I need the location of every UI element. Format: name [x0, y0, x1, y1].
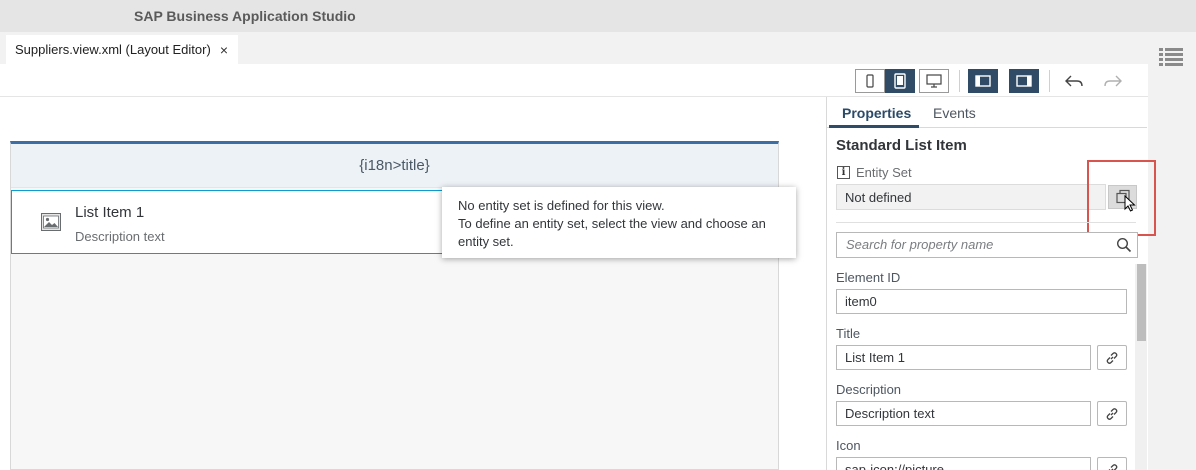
- description-label: Description: [836, 382, 902, 397]
- close-icon[interactable]: ×: [220, 43, 228, 57]
- entity-set-tooltip: No entity set is defined for this view. …: [442, 187, 796, 258]
- right-activity-strip: [1148, 32, 1196, 470]
- tablet-icon: [894, 73, 906, 89]
- description-binding-button[interactable]: [1097, 401, 1127, 426]
- link-icon: [1108, 463, 1118, 470]
- editor-tab-label: Suppliers.view.xml (Layout Editor): [15, 42, 211, 57]
- title-label: Title: [836, 326, 861, 341]
- control-type-title: Standard List Item: [836, 137, 967, 154]
- icon-label: Icon: [836, 438, 861, 453]
- layout-editor-toolbar: [0, 64, 1148, 97]
- properties-scrollbar[interactable]: [1135, 264, 1147, 470]
- undo-button[interactable]: [1060, 69, 1088, 93]
- properties-tab-bar: Properties Events: [827, 97, 1147, 128]
- redo-button[interactable]: [1099, 69, 1127, 93]
- editor-tab[interactable]: Suppliers.view.xml (Layout Editor) ×: [6, 35, 238, 64]
- active-tab-indicator: [829, 125, 919, 128]
- title-bar: SAP Business Application Studio: [0, 0, 1196, 32]
- link-icon: [1106, 407, 1118, 420]
- picture-icon: [41, 213, 61, 231]
- editor-tab-bar: Suppliers.view.xml (Layout Editor) ×: [0, 32, 1148, 64]
- title-input[interactable]: List Item 1: [836, 345, 1091, 370]
- element-id-input[interactable]: item0: [836, 289, 1127, 314]
- info-icon[interactable]: i: [837, 166, 850, 179]
- highlight-box: [1087, 160, 1156, 236]
- undo-icon: [1065, 75, 1083, 87]
- list-item-title: List Item 1: [75, 204, 145, 221]
- phone-view-button[interactable]: [855, 69, 885, 93]
- desktop-icon: [926, 74, 942, 88]
- tablet-view-button[interactable]: [885, 69, 915, 93]
- redo-icon: [1104, 75, 1122, 87]
- layout-canvas: {i18n>title} List Item 1 Description tex…: [0, 97, 826, 470]
- toggle-left-panel-button[interactable]: [968, 69, 998, 93]
- link-icon: [1106, 351, 1118, 364]
- desktop-view-button[interactable]: [919, 69, 949, 93]
- entity-set-label: Entity Set: [856, 165, 912, 180]
- toolbar-separator: [959, 70, 960, 92]
- properties-panel: Properties Events Standard List Item i E…: [826, 97, 1156, 470]
- tooltip-line: No entity set is defined for this view.: [458, 198, 665, 213]
- divider: [836, 222, 1136, 223]
- list-item-description: Description text: [75, 229, 165, 244]
- toggle-right-panel-button[interactable]: [1009, 69, 1039, 93]
- search-placeholder: Search for property name: [846, 237, 994, 252]
- property-search-input[interactable]: Search for property name: [836, 232, 1138, 258]
- toolbar-separator: [1049, 70, 1050, 92]
- title-binding-button[interactable]: [1097, 345, 1127, 370]
- entity-set-field: Not defined: [836, 184, 1106, 210]
- tooltip-line: To define an entity set, select the view…: [458, 216, 766, 249]
- search-icon[interactable]: [1116, 237, 1132, 253]
- scrollbar-thumb[interactable]: [1137, 264, 1146, 341]
- app-title: SAP Business Application Studio: [134, 8, 356, 24]
- description-input[interactable]: Description text: [836, 401, 1091, 426]
- left-panel-icon: [975, 75, 991, 87]
- tab-properties[interactable]: Properties: [842, 105, 911, 121]
- right-panel-icon: [1016, 75, 1032, 87]
- tab-events[interactable]: Events: [933, 105, 976, 121]
- phone-icon: [866, 74, 874, 88]
- page-header-title[interactable]: {i18n>title}: [11, 144, 778, 188]
- icon-binding-button[interactable]: [1097, 457, 1127, 470]
- element-id-label: Element ID: [836, 270, 901, 285]
- icon-input[interactable]: sap-icon://picture: [836, 457, 1091, 470]
- outline-menu-icon[interactable]: [1159, 47, 1183, 67]
